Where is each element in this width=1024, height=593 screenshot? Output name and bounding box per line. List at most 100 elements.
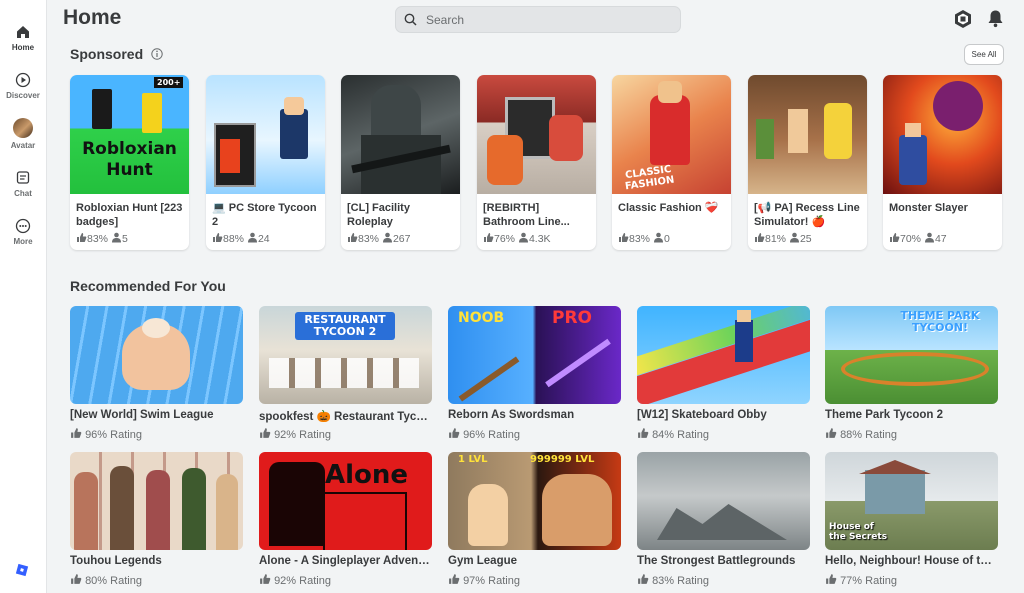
game-rating: 88% Rating xyxy=(825,427,897,441)
recommended-game-card[interactable]: The Strongest Battlegrounds 83% Rating xyxy=(637,452,810,590)
sidebar-item-label: Discover xyxy=(6,91,40,100)
player-count: 25 xyxy=(799,233,812,245)
thumbs-up-icon xyxy=(213,233,223,242)
thumbs-up-icon xyxy=(449,574,460,584)
recommended-game-card[interactable]: Touhou Legends 80% Rating xyxy=(70,452,243,590)
game-thumbnail: House of the Secrets xyxy=(825,452,998,550)
players-icon xyxy=(518,232,528,243)
rating-value: 77% Rating xyxy=(840,575,897,587)
roblox-logo-icon[interactable] xyxy=(15,563,29,577)
home-icon xyxy=(17,26,29,38)
sponsored-heading: Sponsored xyxy=(70,46,144,62)
game-thumbnail: RESTAURANT TYCOON 2 xyxy=(259,306,432,404)
game-rating: 77% Rating xyxy=(825,573,897,587)
game-thumbnail xyxy=(477,75,596,194)
thumbs-up-icon xyxy=(484,233,494,242)
game-thumbnail xyxy=(206,75,325,194)
thumbs-up-icon xyxy=(638,428,649,438)
sponsored-game-card[interactable]: 💻 PC Store Tycoon 2 88% 24 xyxy=(206,75,325,250)
thumbnail-badge: 200+ xyxy=(154,77,184,88)
game-title: Theme Park Tycoon 2 xyxy=(825,409,944,421)
rating-value: 76% xyxy=(494,233,516,245)
sidebar-item-avatar[interactable]: Avatar xyxy=(0,118,46,150)
player-count: 4.3K xyxy=(528,233,551,245)
rating-value: 97% Rating xyxy=(463,575,520,587)
discover-icon xyxy=(15,72,31,88)
game-thumbnail xyxy=(341,75,460,194)
thumbs-up-icon xyxy=(77,233,87,242)
thumbs-up-icon xyxy=(826,428,837,438)
game-thumbnail: THEME PARK TYCOON! xyxy=(825,306,998,404)
sponsored-game-card[interactable]: 200+ Robloxian Hunt Robloxian Hunt [223 … xyxy=(70,75,189,250)
game-title: Hello, Neighbour! House of the Secrets xyxy=(825,555,998,567)
game-rating: 92% Rating xyxy=(259,573,331,587)
players-icon xyxy=(789,232,799,243)
game-title: [REBIRTH] Bathroom Line... xyxy=(483,202,570,228)
game-title: [📢 PA] Recess Line Simulator! 🍎 xyxy=(754,202,860,228)
players-icon xyxy=(382,232,392,243)
game-thumbnail xyxy=(70,452,243,550)
rating-value: 88% Rating xyxy=(840,429,897,441)
sidebar-item-home[interactable]: Home xyxy=(0,24,46,52)
sidebar-item-chat[interactable]: Chat xyxy=(0,170,46,198)
sponsored-game-card[interactable]: [REBIRTH] Bathroom Line... 76% 4.3K xyxy=(477,75,596,250)
rating-value: 96% Rating xyxy=(85,429,142,441)
thumbnail-caption: RESTAURANT TYCOON 2 xyxy=(295,312,395,340)
sponsored-game-card[interactable]: CLASSIC FASHION Classic Fashion ❤️‍🩹 83%… xyxy=(612,75,731,250)
page-title: Home xyxy=(63,6,122,29)
thumbs-up-icon xyxy=(71,574,82,584)
game-stats: 76% 4.3K xyxy=(483,232,551,245)
sidebar-item-more[interactable]: More xyxy=(0,218,46,246)
info-icon[interactable] xyxy=(151,48,163,60)
recommended-game-card[interactable]: RESTAURANT TYCOON 2 spookfest 🎃 Restaura… xyxy=(259,306,432,444)
sponsored-game-card[interactable]: Monster Slayer 70% 47 xyxy=(883,75,1002,250)
recommended-game-card[interactable]: [New World] Swim League 96% Rating xyxy=(70,306,243,444)
player-count: 267 xyxy=(392,233,411,245)
players-icon xyxy=(653,232,663,243)
thumbs-up-icon xyxy=(638,574,649,584)
recommended-game-card[interactable]: Alone Alone - A Singleplayer Adventure 9… xyxy=(259,452,432,590)
game-title: 💻 PC Store Tycoon 2 xyxy=(212,202,317,228)
search-bar[interactable] xyxy=(395,6,681,33)
game-thumbnail xyxy=(637,452,810,550)
thumbs-up-icon xyxy=(71,428,82,438)
see-all-button[interactable]: See All xyxy=(964,44,1004,65)
sidebar-item-discover[interactable]: Discover xyxy=(0,72,46,100)
game-title: [CL] Facility Roleplay xyxy=(347,202,410,228)
players-icon xyxy=(924,232,934,243)
game-thumbnail xyxy=(748,75,867,194)
rating-value: 83% xyxy=(87,233,109,245)
thumbnail-caption: 999999 LVL xyxy=(530,454,595,465)
rating-value: 83% xyxy=(358,233,380,245)
game-title: The Strongest Battlegrounds xyxy=(637,555,796,567)
game-stats: 88% 24 xyxy=(212,232,270,245)
game-stats: 70% 47 xyxy=(889,232,947,245)
game-thumbnail: CLASSIC FASHION xyxy=(612,75,731,194)
thumbs-up-icon xyxy=(260,428,271,438)
sponsored-game-card[interactable]: [📢 PA] Recess Line Simulator! 🍎 81% 25 xyxy=(748,75,867,250)
player-count: 47 xyxy=(934,233,947,245)
game-title: Touhou Legends xyxy=(70,555,162,567)
chat-icon xyxy=(16,171,30,184)
game-thumbnail: NOOB PRO xyxy=(448,306,621,404)
left-sidebar: Home Discover Avatar Chat More xyxy=(0,0,47,593)
rating-value: 81% xyxy=(765,233,787,245)
rating-value: 96% Rating xyxy=(463,429,520,441)
thumbnail-caption: NOOB xyxy=(458,310,505,326)
recommended-game-card[interactable]: NOOB PRO Reborn As Swordsman 96% Rating xyxy=(448,306,621,444)
notification-bell-icon[interactable] xyxy=(987,9,1004,28)
recommended-game-card[interactable]: 1 LVL 999999 LVL Gym League 97% Rating xyxy=(448,452,621,590)
sidebar-item-label: Home xyxy=(11,43,35,52)
thumbnail-caption: Robloxian Hunt xyxy=(82,139,177,180)
thumbnail-caption: House of the Secrets xyxy=(829,522,888,542)
thumbs-up-icon xyxy=(619,233,629,242)
recommended-game-card[interactable]: THEME PARK TYCOON! Theme Park Tycoon 2 8… xyxy=(825,306,998,444)
game-rating: 84% Rating xyxy=(637,427,709,441)
recommended-game-card[interactable]: House of the Secrets Hello, Neighbour! H… xyxy=(825,452,998,590)
robux-icon[interactable] xyxy=(953,9,973,29)
sponsored-game-card[interactable]: [CL] Facility Roleplay 83% 267 xyxy=(341,75,460,250)
search-input[interactable] xyxy=(424,10,668,30)
recommended-game-card[interactable]: [W12] Skateboard Obby 84% Rating xyxy=(637,306,810,444)
game-title: Reborn As Swordsman xyxy=(448,409,575,421)
game-rating: 92% Rating xyxy=(259,427,331,441)
